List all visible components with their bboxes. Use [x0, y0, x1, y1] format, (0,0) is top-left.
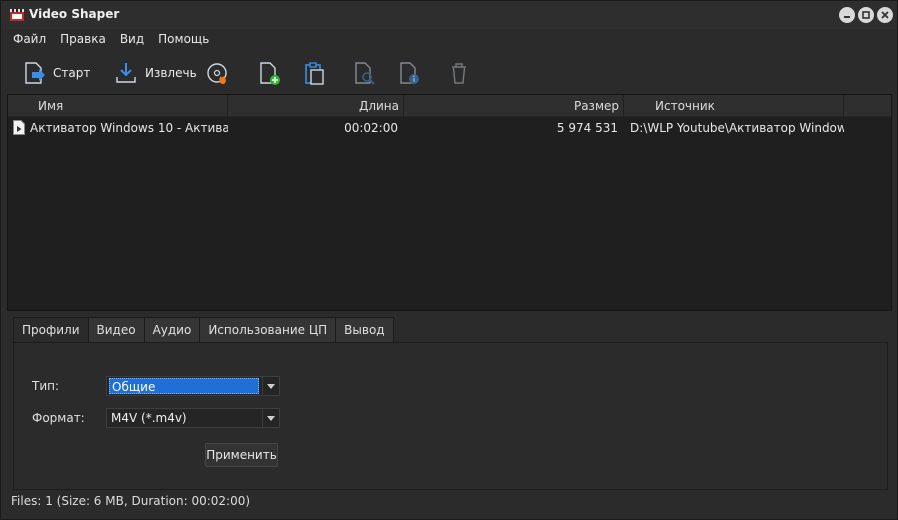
toolbar: Старт Извлечь [1, 51, 897, 93]
row-size: 5 974 531 [556, 121, 618, 135]
video-file-icon [13, 120, 25, 135]
file-info-icon [400, 62, 419, 84]
start-button[interactable]: Старт [21, 59, 90, 87]
app-logo-icon [10, 9, 24, 21]
close-icon [881, 11, 889, 19]
window-title: Video Shaper [29, 7, 120, 21]
tab-profiles[interactable]: Профили [13, 317, 89, 344]
format-select[interactable]: M4V (*.m4v) [106, 408, 280, 428]
type-label: Тип: [32, 379, 60, 393]
menu-edit[interactable]: Правка [53, 29, 113, 49]
minimize-button[interactable] [839, 7, 855, 23]
tab-video[interactable]: Видео [87, 317, 145, 343]
type-select[interactable]: Общие [106, 376, 280, 396]
burn-disc-icon [207, 63, 227, 84]
burn-disc-button[interactable] [205, 59, 231, 87]
format-label: Формат: [32, 411, 85, 425]
row-source: D:\WLP Youtube\Активатор Window... [630, 121, 844, 135]
column-source[interactable]: Источник [624, 95, 844, 117]
paste-button[interactable] [301, 59, 327, 87]
start-label: Старт [53, 66, 91, 80]
minimize-icon [844, 16, 850, 18]
main-window: Video Shaper Файл Правка Вид Помощь Стар… [0, 0, 898, 520]
delete-button[interactable] [446, 59, 472, 87]
extract-label: Извлечь [145, 66, 197, 80]
search-file-button[interactable] [351, 59, 377, 87]
start-icon [25, 62, 45, 84]
paste-icon [305, 62, 324, 85]
column-name[interactable]: Имя [8, 95, 228, 117]
menu-file[interactable]: Файл [6, 29, 53, 49]
settings-tabs: Профили Видео Аудио Использование ЦП Выв… [13, 317, 394, 344]
extract-button[interactable]: Извлечь [113, 59, 197, 87]
list-header: Имя Длина Размер Источник [8, 95, 891, 117]
tab-audio[interactable]: Аудио [143, 317, 201, 343]
tab-output[interactable]: Вывод [335, 317, 394, 343]
table-row[interactable]: Активатор Windows 10 - Активаци... 00:02… [8, 118, 891, 138]
row-name: Активатор Windows 10 - Активаци... [30, 121, 228, 135]
column-size[interactable]: Размер [404, 95, 624, 117]
type-select-value: Общие [109, 378, 259, 394]
file-info-button[interactable] [396, 59, 422, 87]
profiles-panel: Тип: Общие Формат: M4V (*.m4v) Применить [13, 342, 888, 490]
menu-help[interactable]: Помощь [151, 29, 216, 49]
add-file-button[interactable] [256, 59, 282, 87]
status-bar-text: Files: 1 (Size: 6 MB, Duration: 00:02:00… [11, 494, 251, 508]
apply-button[interactable]: Применить [205, 443, 278, 467]
search-file-icon [355, 62, 375, 85]
tab-cpu-usage[interactable]: Использование ЦП [199, 317, 337, 343]
delete-icon [452, 63, 466, 84]
chevron-down-icon[interactable] [262, 409, 279, 427]
menu-view[interactable]: Вид [113, 29, 151, 49]
row-length: 00:02:00 [344, 121, 398, 135]
maximize-icon [862, 11, 870, 19]
maximize-button[interactable] [858, 7, 874, 23]
add-file-icon [260, 62, 280, 85]
format-select-value: M4V (*.m4v) [111, 411, 187, 425]
chevron-down-icon[interactable] [262, 377, 279, 395]
file-list[interactable]: Имя Длина Размер Источник Активатор Wind… [7, 94, 892, 311]
close-button[interactable] [877, 7, 893, 23]
menu-bar: Файл Правка Вид Помощь [1, 29, 897, 49]
column-length[interactable]: Длина [228, 95, 404, 117]
extract-icon [116, 63, 136, 83]
title-bar[interactable]: Video Shaper [1, 1, 897, 29]
